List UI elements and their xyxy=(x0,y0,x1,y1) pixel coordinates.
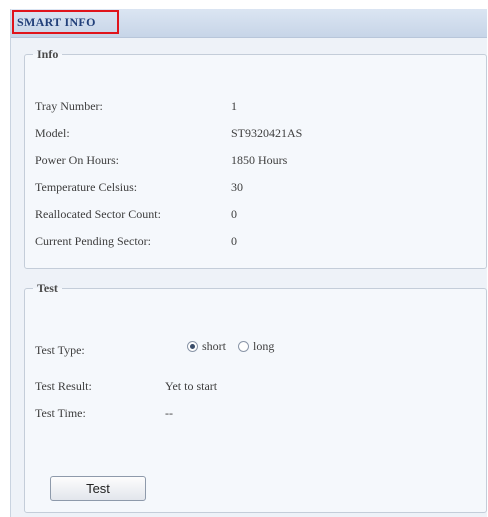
test-button[interactable]: Test xyxy=(50,476,146,501)
test-legend: Test xyxy=(37,281,58,295)
smart-info-window: SMART INFO Info Tray Number: 1 Model: ST… xyxy=(10,9,487,517)
pending-sector-label: Current Pending Sector: xyxy=(35,234,151,248)
radio-long[interactable] xyxy=(238,341,249,352)
radio-short[interactable] xyxy=(187,341,198,352)
info-legend: Info xyxy=(37,47,59,61)
window-title: SMART INFO xyxy=(17,15,96,29)
pending-sector-value: 0 xyxy=(231,234,237,248)
tray-number-label: Tray Number: xyxy=(35,99,103,113)
temperature-label: Temperature Celsius: xyxy=(35,180,138,194)
radio-short-label[interactable]: short xyxy=(202,339,226,354)
temperature-value: 30 xyxy=(231,180,243,194)
model-label: Model: xyxy=(35,126,70,140)
test-type-label: Test Type: xyxy=(35,343,85,357)
power-on-hours-label: Power On Hours: xyxy=(35,153,119,167)
test-group: Test Test Type: short long Test Result: … xyxy=(24,281,487,513)
info-group: Info Tray Number: 1 Model: ST9320421AS P… xyxy=(24,47,487,269)
radio-long-label[interactable]: long xyxy=(253,339,274,354)
title-bar: SMART INFO xyxy=(11,9,487,38)
power-on-hours-value: 1850 Hours xyxy=(231,153,288,167)
test-result-value: Yet to start xyxy=(165,379,218,393)
reallocated-sector-label: Reallocated Sector Count: xyxy=(35,207,161,221)
test-time-label: Test Time: xyxy=(35,406,86,420)
test-type-radio-group: short long xyxy=(187,339,286,354)
test-result-label: Test Result: xyxy=(35,379,92,393)
tray-number-value: 1 xyxy=(231,99,237,113)
model-value: ST9320421AS xyxy=(231,126,303,140)
test-time-value: -- xyxy=(165,406,173,420)
reallocated-sector-value: 0 xyxy=(231,207,237,221)
